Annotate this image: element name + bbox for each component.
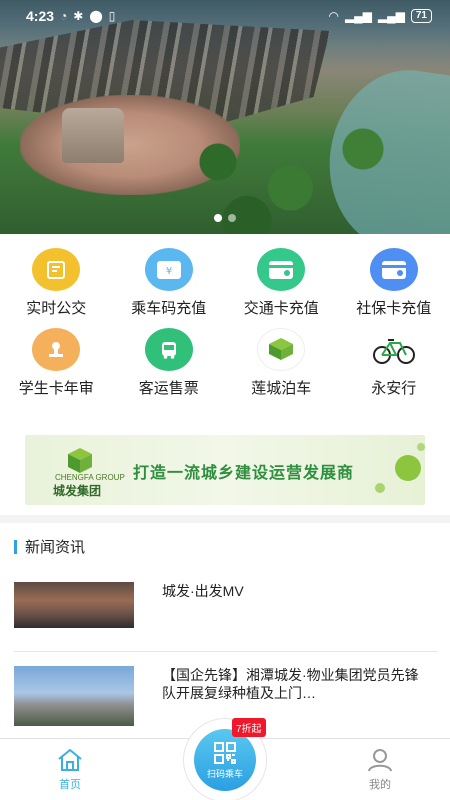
- section-separator: [0, 515, 450, 523]
- status-bar: 4:23 ◔ ✱ ⬤ ▯ ◠ ▂▄▆ ▂▄▆ 71: [0, 0, 450, 32]
- bluetooth-icon: ✱: [73, 9, 84, 23]
- location-icon: ⬤: [89, 9, 103, 23]
- battery-icon: 71: [410, 9, 432, 23]
- chengfa-logo-icon: [68, 448, 92, 473]
- logo-name: 城发集团: [53, 484, 102, 498]
- grid-item-student-card-review[interactable]: 学生卡年审: [0, 328, 113, 398]
- banner-dot[interactable]: [228, 214, 236, 222]
- news-item-title: 【国企先锋】湘潭城发·物业集团党员先锋队开展复绿种植及上门…: [162, 667, 419, 701]
- nav-home[interactable]: 首页: [40, 747, 100, 792]
- grid-item-social-card-topup[interactable]: 社保卡充值: [338, 248, 450, 318]
- nav-mine-label: 我的: [369, 779, 391, 791]
- status-time: 4:23: [26, 8, 55, 24]
- grid-item-ride-code-topup[interactable]: ¥ 乘车码充值: [113, 248, 226, 318]
- grid-label: 实时公交: [26, 300, 87, 317]
- hero-banner[interactable]: [0, 0, 450, 234]
- logo-subtitle: CHENGFA GROUP: [55, 473, 125, 482]
- news-item[interactable]: 城发·出发MV: [14, 582, 438, 630]
- grid-label: 永安行: [371, 380, 417, 397]
- signal-icon: ▂▄▆: [344, 9, 372, 23]
- signal-icon: ▂▄▆: [377, 9, 405, 23]
- notification-icon: ◔: [60, 9, 68, 23]
- decor-bubble: [395, 455, 421, 481]
- promo-slogan: 打造一流城乡建设运营发展商: [133, 465, 355, 482]
- banner-tower: [62, 108, 124, 163]
- decor-bubble: [375, 483, 385, 493]
- decor-bubble: [417, 443, 425, 451]
- social-card-icon: [369, 248, 418, 291]
- divider: [14, 651, 438, 652]
- news-item-title: 城发·出发MV: [162, 583, 244, 599]
- grid-label: 乘车码充值: [131, 300, 207, 317]
- grid-item-coach-ticket[interactable]: 客运售票: [113, 328, 226, 398]
- coach-icon: [144, 328, 193, 371]
- banner-dot[interactable]: [214, 214, 222, 222]
- grid-label: 社保卡充值: [356, 300, 432, 317]
- bicycle-icon: [369, 328, 418, 371]
- news-thumbnail: [14, 582, 134, 628]
- nav-mine[interactable]: 我的: [350, 747, 410, 792]
- card-icon: [257, 248, 306, 291]
- grid-label: 学生卡年审: [18, 380, 94, 397]
- news-thumbnail: [14, 666, 134, 726]
- grid-item-liancheng-parking[interactable]: 莲城泊车: [225, 328, 338, 398]
- grid-label: 客运售票: [138, 380, 199, 397]
- user-icon: [368, 749, 392, 772]
- parking-logo-icon: [257, 328, 306, 371]
- qr-code-icon: [214, 741, 236, 764]
- grid-label: 交通卡充值: [243, 300, 319, 317]
- stamp-icon: [32, 328, 81, 371]
- svg-text:¥: ¥: [166, 266, 172, 277]
- wifi-icon: ◠: [328, 9, 339, 23]
- news-header: 新闻资讯: [14, 536, 85, 557]
- scan-ride-inner: 扫码乘车: [194, 729, 256, 791]
- promo-banner[interactable]: CHENGFA GROUP 城发集团 打造一流城乡建设运营发展商: [25, 435, 425, 505]
- nav-home-label: 首页: [59, 779, 81, 791]
- discount-badge: 7折起: [232, 718, 266, 737]
- scan-ride-label: 扫码乘车: [206, 768, 243, 779]
- grid-label: 莲城泊车: [251, 380, 312, 397]
- news-section-title: 新闻资讯: [25, 539, 86, 556]
- yen-card-icon: ¥: [144, 248, 193, 291]
- home-icon: [58, 748, 82, 771]
- grid-item-realtime-bus[interactable]: 实时公交: [0, 248, 113, 318]
- bus-map-icon: [32, 248, 81, 291]
- grid-item-transit-card-topup[interactable]: 交通卡充值: [225, 248, 338, 318]
- nfc-icon: ▯: [108, 9, 116, 23]
- banner-dots: [0, 214, 450, 222]
- service-grid: 实时公交 ¥ 乘车码充值 交通卡充值 社保卡充值 学生卡年审 客运售票 莲城泊车…: [0, 248, 450, 398]
- section-accent-bar: [14, 539, 17, 554]
- grid-item-yonganxing[interactable]: 永安行: [338, 328, 450, 398]
